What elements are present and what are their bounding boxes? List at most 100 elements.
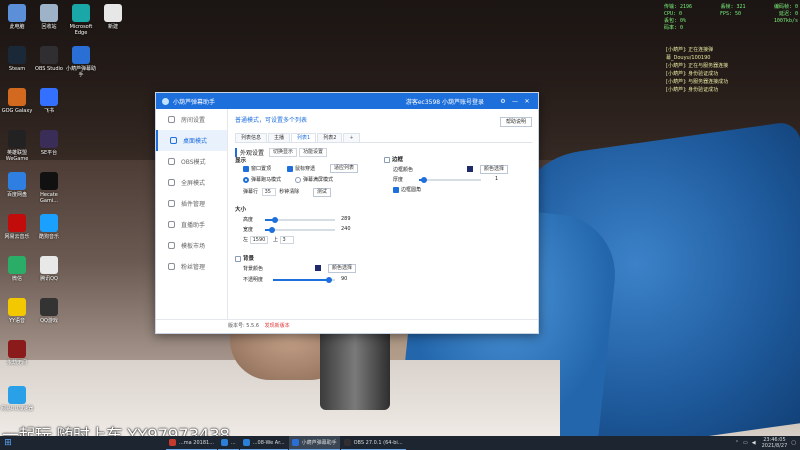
update-link[interactable]: 发现新版本 — [265, 323, 290, 329]
account-login-link[interactable]: 游客ec3598 小葫芦账号登录 — [406, 97, 484, 106]
left-input[interactable]: 1590 — [249, 236, 269, 244]
checkbox-icon[interactable] — [384, 156, 390, 163]
border-color-button[interactable]: 颜色选择 — [480, 165, 509, 174]
taskbar-app-label: OBS 27.0.1 (64-bi... — [353, 439, 403, 446]
thickness-slider-handle[interactable] — [420, 177, 427, 183]
desktop-icon[interactable]: Microsoft Edge — [64, 4, 98, 36]
obs-stats-overlay: 传输: 2196 丢帧: 321 编码帧: 0 CPU: 0 FPS: 50 延迟: 0丢… — [664, 4, 798, 32]
desktop-icon[interactable]: 小葫芦弹幕助手 — [64, 46, 98, 78]
click-through-checkbox[interactable]: 鼠标穿透 — [287, 165, 315, 172]
desktop-icon-label: 回收站 — [41, 24, 57, 30]
help-button[interactable]: 帮助说明 — [499, 117, 532, 127]
desktop-icon[interactable]: Hecate Gami... — [32, 172, 66, 204]
notification-icon[interactable]: ▢ — [791, 440, 796, 446]
desktop-icon[interactable]: 此电脑 — [0, 4, 34, 30]
width-label: 宽度 — [243, 227, 254, 233]
taskbar-app[interactable]: OBS 27.0.1 (64-bi... — [340, 436, 406, 450]
sidebar-item[interactable]: 直播助手 — [156, 214, 227, 235]
background-color-swatch[interactable] — [315, 265, 321, 272]
desktop-icon-label: 网易云音乐 — [4, 234, 30, 240]
network-icon[interactable]: ▭ — [743, 440, 748, 446]
sidebar-item-label: 桌面模式 — [183, 138, 208, 145]
sidebar-item[interactable]: OBS模式 — [156, 151, 227, 172]
desktop-icon[interactable]: 网易云音乐 — [0, 214, 34, 240]
scroll-mode-radio[interactable]: 弹幕跑马模式 — [243, 176, 281, 183]
sidebar-item[interactable]: 模板市场 — [156, 235, 227, 256]
background-swatch — [315, 265, 321, 271]
start-button[interactable]: ⊞ — [0, 436, 16, 450]
toggle-display-button[interactable]: 切换显示 — [269, 148, 298, 157]
desktop-icon[interactable]: 新建 — [96, 4, 130, 30]
list-tab[interactable]: 主播 — [268, 133, 291, 142]
clear-interval-row: 弹幕行 35 秒钟清除 测试 — [243, 188, 331, 197]
app-icon — [40, 88, 58, 106]
window-titlebar[interactable]: 小葫芦弹幕助手 游客ec3598 小葫芦账号登录 ⚙ — ✕ — [156, 93, 538, 109]
sidebar-item[interactable]: 插件管理 — [156, 193, 227, 214]
desktop-icon[interactable]: 飞书 — [32, 88, 66, 114]
opacity-slider[interactable] — [273, 277, 335, 283]
width-slider[interactable] — [265, 227, 335, 233]
stats-cell: 1007kb/s — [773, 18, 798, 24]
desktop-icon[interactable]: GOG Galaxy — [0, 88, 34, 114]
add-tab-button[interactable]: + — [343, 133, 360, 142]
taskbar-app[interactable]: ...ma 20181... — [166, 436, 217, 450]
taskbar-app-icon — [343, 439, 351, 446]
rounded-border-checkbox[interactable]: 边框圆角 — [393, 186, 421, 193]
desktop-icon[interactable]: 网易UU加速器 — [0, 386, 34, 412]
checkbox-icon[interactable] — [235, 255, 241, 262]
minimize-icon[interactable]: — — [510, 98, 520, 105]
settings-icon[interactable]: ⚙ — [498, 98, 508, 105]
desktop-icon[interactable]: 腾讯QQ — [32, 256, 66, 282]
top-input[interactable]: 3 — [279, 236, 294, 244]
border-color-swatch[interactable] — [467, 166, 473, 173]
always-on-top-checkbox[interactable]: 窗口置顶 — [243, 165, 271, 172]
list-tab[interactable]: 列表2 — [317, 133, 343, 142]
clock-date: 2021/8/27 — [761, 443, 788, 449]
chevron-up-icon[interactable]: ⌃ — [735, 440, 739, 446]
close-icon[interactable]: ✕ — [522, 98, 532, 105]
list-tab[interactable]: 列表1 — [291, 133, 317, 142]
app-icon — [40, 4, 58, 22]
app-icon — [72, 46, 90, 64]
sidebar-item[interactable]: 粉丝管理 — [156, 256, 227, 277]
clock[interactable]: 23:46:05 2021/8/27 — [762, 437, 788, 449]
fullscreen-mode-radio[interactable]: 弹幕满屏模式 — [295, 176, 333, 183]
volume-icon[interactable]: ◀ — [752, 440, 756, 446]
toggle-display-label: 切换显示 — [273, 149, 294, 155]
width-slider-handle[interactable] — [269, 227, 275, 233]
sidebar-item-label: 插件管理 — [181, 201, 206, 208]
background-color-button[interactable]: 颜色选择 — [328, 264, 357, 273]
desktop-icon[interactable]: 英雄联盟WeGame — [0, 130, 34, 162]
taskbar-app[interactable]: ... — [217, 436, 239, 450]
main-panel: 普通模式，可设置多个列表 帮助说明 列表信息 主播 列表1 列表2 + 外观设置 切换显… — [229, 109, 538, 319]
desktop-icon[interactable]: OBS Studio — [32, 46, 66, 72]
desktop-icon[interactable]: Steam — [0, 46, 34, 72]
feature-settings-button[interactable]: 功能设置 — [299, 148, 328, 157]
height-slider[interactable] — [265, 217, 335, 223]
sidebar-item[interactable]: 全屏模式 — [156, 172, 227, 193]
desktop-icon[interactable]: 永劫无间 — [0, 340, 34, 366]
taskbar-app[interactable]: 小葫芦弹幕助手 — [288, 436, 340, 450]
desktop-icon[interactable]: 酷狗音乐 — [32, 214, 66, 240]
background-section-title: 背景 — [235, 254, 254, 262]
opacity-slider-handle[interactable] — [325, 277, 332, 283]
fit-list-button[interactable]: 适应列表 — [330, 164, 359, 173]
sidebar-item[interactable]: 桌面模式 — [156, 130, 227, 151]
desktop-icon[interactable]: SE平台 — [32, 130, 66, 156]
taskbar-app[interactable]: ...08-We Ar... — [239, 436, 288, 450]
desktop-icon[interactable]: 回收站 — [32, 4, 66, 30]
desktop-icon[interactable]: YY语音 — [0, 298, 34, 324]
taskbar-app-label: ...08-We Ar... — [252, 439, 285, 446]
clear-interval-input[interactable]: 35 — [261, 188, 276, 196]
desktop-icon[interactable]: 百度网盘 — [0, 172, 34, 198]
test-button[interactable]: 测试 — [312, 188, 331, 197]
app-icon — [40, 46, 58, 64]
list-tab[interactable]: 列表信息 — [235, 133, 268, 142]
app-icon — [8, 130, 26, 148]
sidebar-item[interactable]: 房间设置 — [156, 109, 227, 130]
height-slider-handle[interactable] — [271, 217, 278, 223]
desktop-icon[interactable]: 微信 — [0, 256, 34, 282]
thickness-slider[interactable] — [419, 177, 481, 183]
desktop-icon[interactable]: QQ游戏 — [32, 298, 66, 324]
border-swatch — [467, 166, 473, 172]
